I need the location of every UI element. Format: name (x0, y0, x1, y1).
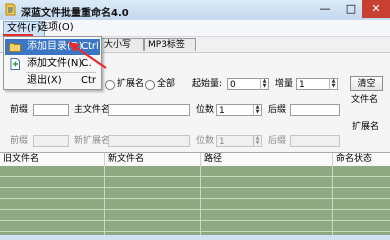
maximize-button[interactable]: □ (338, 0, 364, 18)
menu-item-shortcut: Ctr (81, 75, 97, 86)
increment-label: 增量 (275, 79, 294, 89)
prefix-label: 前缀 (10, 105, 29, 115)
ext-radio-label: 扩展名 (117, 79, 145, 89)
grid-col-divider (104, 166, 105, 235)
prefix-input[interactable] (33, 104, 69, 116)
digits-label: 位数 (196, 105, 215, 115)
menu-item-label: 退出(X) (27, 75, 62, 86)
filename-section-title: 文件名 (351, 95, 379, 105)
ext-digits-value: 1 (219, 137, 225, 147)
start-label: 起始量: (192, 79, 223, 89)
folder-icon (9, 43, 21, 52)
extname-section-title: 扩展名 (352, 122, 380, 132)
file-grid-header: 旧文件名 新文件名 路径 命名状态 (0, 152, 390, 167)
app-window: 深蓝文件批量重命名4.0 — □ ✕ 文件(F) 选项(O) 大小写 MP3标签… (0, 0, 390, 235)
start-spinner[interactable]: ▲ ▼ (260, 79, 268, 89)
annotation-arrow-icon (68, 42, 107, 69)
ext-prefix-label: 前缀 (10, 136, 29, 146)
ext-radio[interactable] (105, 80, 115, 90)
increment-input[interactable]: 1 ▲ ▼ (296, 78, 338, 90)
menu-item-exit[interactable]: 退出(X) Ctr (5, 73, 100, 89)
increment-value: 1 (299, 80, 305, 90)
app-logo-icon (5, 3, 16, 16)
new-ext-label: 新扩展名 (74, 136, 111, 146)
add-file-icon (10, 58, 20, 70)
ext-digits-label: 位数 (196, 136, 215, 146)
mainname-label: 主文件名 (74, 105, 111, 115)
start-value: 0 (230, 80, 236, 90)
increment-spinner[interactable]: ▲ ▼ (329, 79, 337, 89)
menu-options[interactable]: 选项(O) (35, 21, 77, 35)
digits-spinner[interactable]: ▲ ▼ (253, 105, 261, 115)
col-status[interactable]: 命名状态 (332, 153, 390, 166)
grid-col-divider (200, 166, 201, 235)
col-path[interactable]: 路径 (200, 153, 332, 166)
clear-button[interactable]: 清空 (350, 76, 383, 91)
menu-bar: 文件(F) 选项(O) (0, 20, 390, 37)
suffix-input[interactable] (290, 104, 340, 116)
ext-digits-spinner[interactable]: ▲ ▼ (253, 136, 261, 146)
col-new-name[interactable]: 新文件名 (104, 153, 200, 166)
window-title: 深蓝文件批量重命名4.0 (21, 8, 129, 19)
col-old-name[interactable]: 旧文件名 (0, 153, 104, 166)
ext-prefix-input[interactable] (33, 135, 69, 147)
ext-suffix-input[interactable] (290, 135, 340, 147)
ext-suffix-label: 后缀 (268, 136, 287, 146)
title-bar: 深蓝文件批量重命名4.0 — □ ✕ (0, 0, 390, 20)
all-radio[interactable] (145, 80, 155, 90)
grid-col-divider (332, 166, 333, 235)
tab-mp3[interactable]: MP3标签 (144, 38, 196, 51)
mainname-input[interactable] (108, 104, 190, 116)
close-button[interactable]: ✕ (362, 0, 390, 18)
file-grid-body[interactable] (0, 166, 390, 235)
ext-digits-input[interactable]: 1 ▲ ▼ (216, 135, 262, 147)
start-input[interactable]: 0 ▲ ▼ (227, 78, 269, 90)
digits-input[interactable]: 1 ▲ ▼ (216, 104, 262, 116)
digits-value: 1 (219, 106, 225, 116)
all-radio-label: 全部 (157, 79, 176, 89)
new-ext-input[interactable] (108, 135, 190, 147)
suffix-label: 后缀 (268, 105, 287, 115)
minimize-button[interactable]: — (312, 0, 338, 18)
